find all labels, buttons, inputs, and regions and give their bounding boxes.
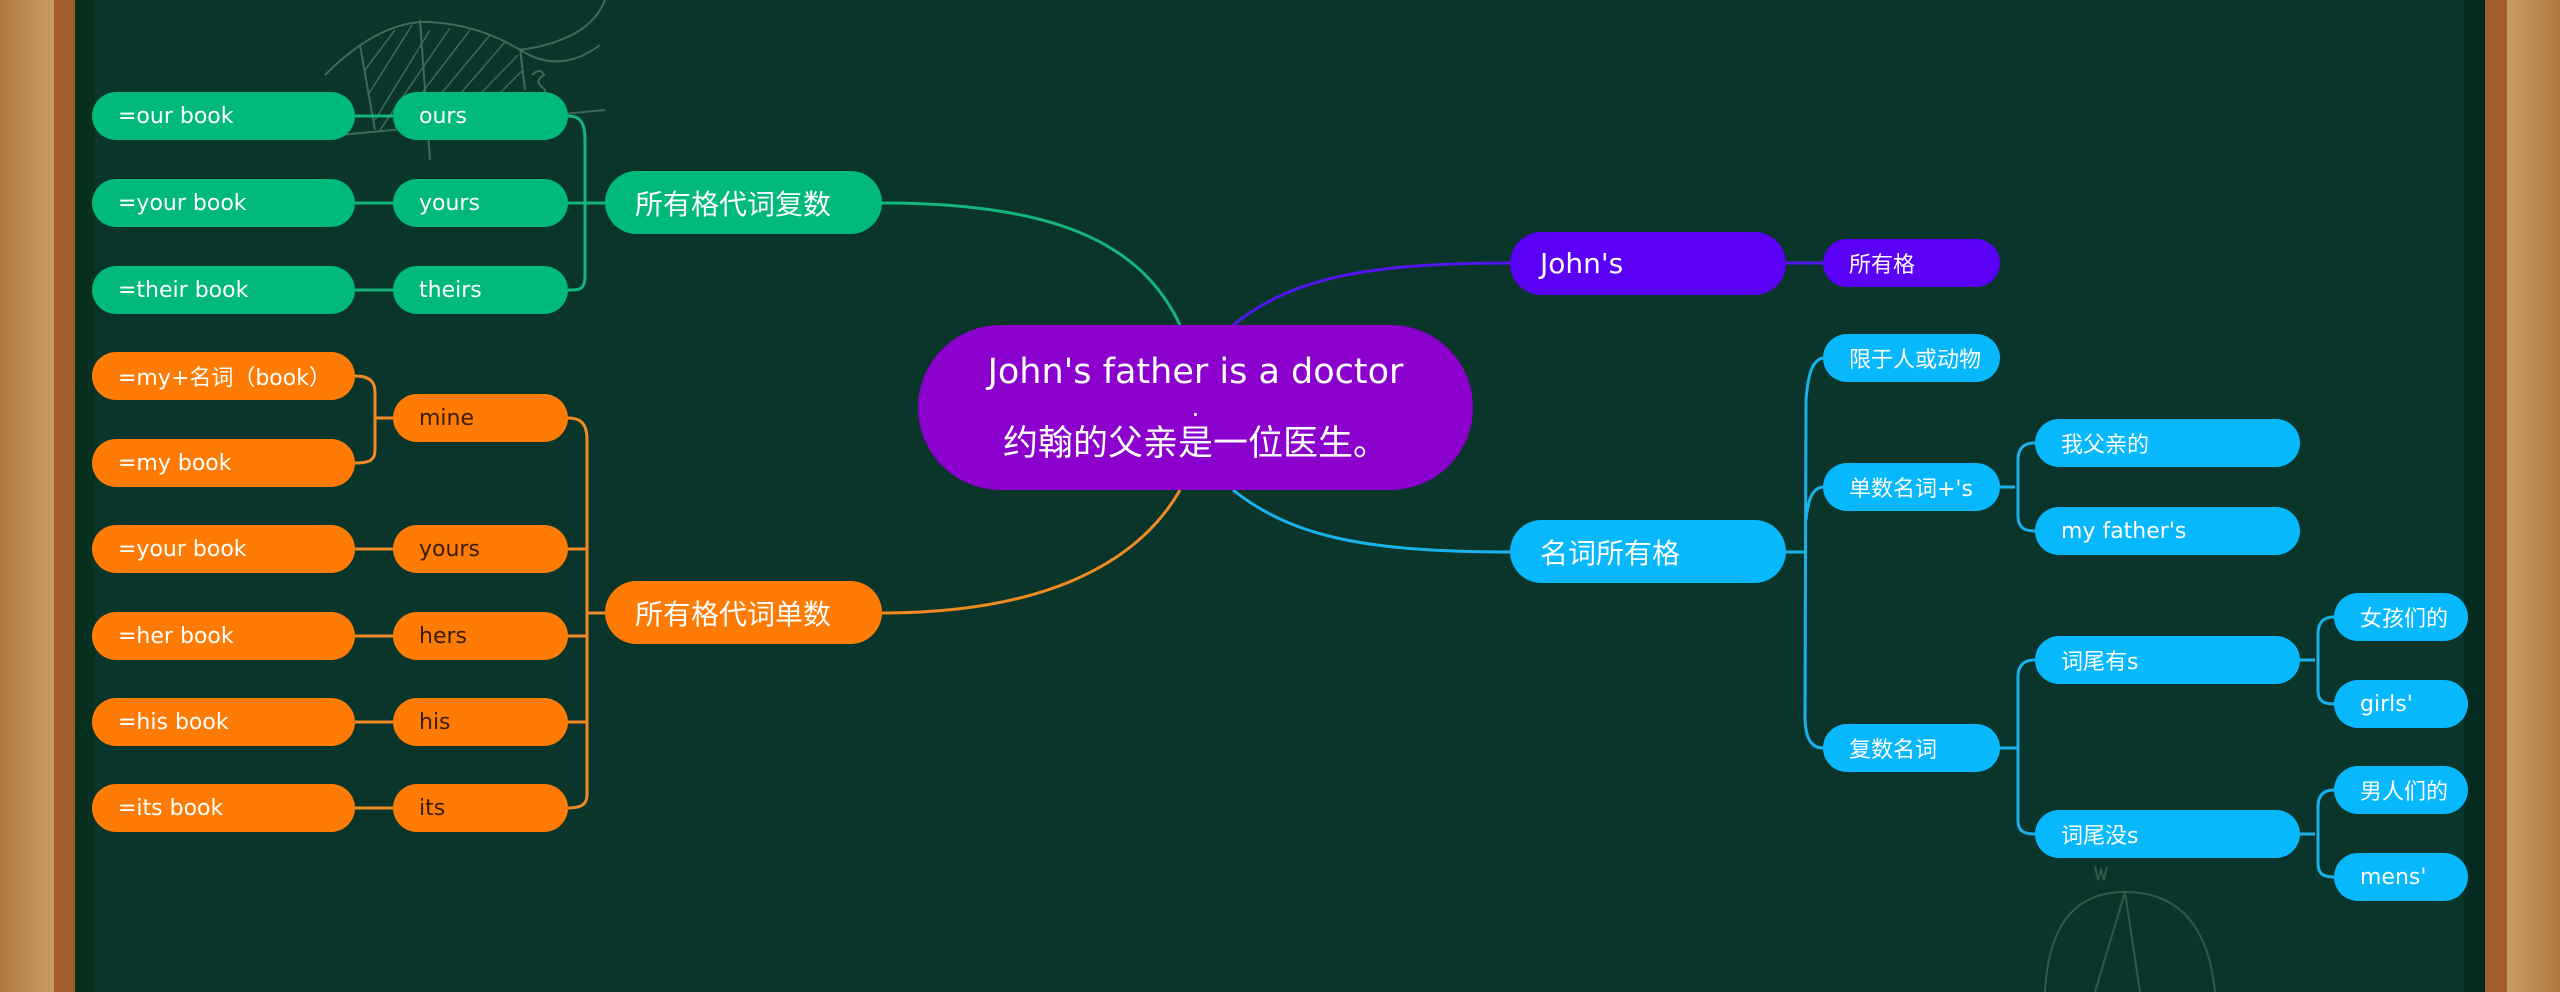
pronoun-ours[interactable]: ours bbox=[393, 92, 568, 140]
pronoun-label: ours bbox=[419, 103, 467, 129]
equals-our-book[interactable]: =our book bbox=[92, 92, 355, 140]
example-my-fathers-en[interactable]: my father's bbox=[2035, 507, 2300, 555]
pronoun-label: his bbox=[419, 709, 451, 735]
equals-my-book[interactable]: =my book bbox=[92, 439, 355, 487]
link-center-plural bbox=[881, 201, 1182, 326]
equals-label: =his book bbox=[118, 709, 229, 735]
equals-label: =my+名词（book） bbox=[118, 366, 331, 391]
pronoun-label: its bbox=[419, 795, 446, 821]
topic-singular-pronouns[interactable]: 所有格代词单数 bbox=[605, 581, 882, 644]
plural-noun[interactable]: 复数名词 bbox=[1823, 724, 2000, 772]
pronoun-his[interactable]: his bbox=[393, 698, 568, 746]
link-center-noun bbox=[1232, 488, 1511, 554]
topic-singular-pronouns-label: 所有格代词单数 bbox=[635, 597, 832, 631]
node-label: 词尾有s bbox=[2061, 650, 2139, 675]
topic-plural-pronouns[interactable]: 所有格代词复数 bbox=[605, 171, 882, 234]
example-men-en[interactable]: mens' bbox=[2334, 853, 2468, 901]
topic-noun-possessive-label: 名词所有格 bbox=[1540, 536, 1681, 570]
node-label: my father's bbox=[2061, 518, 2187, 544]
ends-with-s[interactable]: 词尾有s bbox=[2035, 636, 2300, 684]
pronoun-yours-singular[interactable]: yours bbox=[393, 525, 568, 573]
equals-your-book-singular[interactable]: =your book bbox=[92, 525, 355, 573]
pronoun-theirs[interactable]: theirs bbox=[393, 266, 568, 314]
pronoun-label: hers bbox=[419, 623, 467, 649]
equals-her-book[interactable]: =her book bbox=[92, 612, 355, 660]
link-center-johns bbox=[1232, 261, 1511, 327]
node-label: 限于人或动物 bbox=[1849, 348, 1982, 373]
node-label: 复数名词 bbox=[1849, 738, 1938, 763]
limited-people-animals[interactable]: 限于人或动物 bbox=[1823, 334, 2000, 382]
node-label: mens' bbox=[2360, 864, 2427, 890]
pronoun-label: theirs bbox=[419, 277, 482, 303]
equals-his-book[interactable]: =his book bbox=[92, 698, 355, 746]
possessive-case-node[interactable]: 所有格 bbox=[1823, 239, 2000, 287]
example-men-cn[interactable]: 男人们的 bbox=[2334, 766, 2468, 814]
central-topic-dot: . bbox=[1191, 393, 1200, 422]
node-label: girls' bbox=[2360, 691, 2413, 717]
central-topic[interactable]: John's father is a doctor . 约翰的父亲是一位医生。 bbox=[918, 325, 1473, 490]
equals-my-noun-book[interactable]: =my+名词（book） bbox=[92, 352, 355, 400]
topic-noun-possessive[interactable]: 名词所有格 bbox=[1510, 520, 1786, 583]
equals-label: =her book bbox=[118, 623, 234, 649]
topic-plural-pronouns-label: 所有格代词复数 bbox=[635, 187, 832, 221]
singular-noun-s[interactable]: 单数名词+'s bbox=[1823, 463, 2000, 511]
central-topic-chinese: 约翰的父亲是一位医生。 bbox=[1002, 423, 1388, 464]
pronoun-yours-plural[interactable]: yours bbox=[393, 179, 568, 227]
example-my-fathers-cn[interactable]: 我父亲的 bbox=[2035, 419, 2300, 467]
equals-label: =your book bbox=[118, 536, 247, 562]
equals-your-book-plural[interactable]: =your book bbox=[92, 179, 355, 227]
equals-its-book[interactable]: =its book bbox=[92, 784, 355, 832]
equals-label: =your book bbox=[118, 190, 247, 216]
example-girls-en[interactable]: girls' bbox=[2334, 680, 2468, 728]
pronoun-hers[interactable]: hers bbox=[393, 612, 568, 660]
node-label: 单数名词+'s bbox=[1849, 477, 1973, 502]
example-girls-cn[interactable]: 女孩们的 bbox=[2334, 593, 2468, 641]
pronoun-mine[interactable]: mine bbox=[393, 394, 568, 442]
pronoun-its[interactable]: its bbox=[393, 784, 568, 832]
node-label: 词尾没s bbox=[2061, 824, 2139, 849]
node-label: 我父亲的 bbox=[2061, 433, 2150, 458]
equals-label: =its book bbox=[118, 795, 224, 821]
pronoun-label: mine bbox=[419, 405, 475, 431]
node-label: 男人们的 bbox=[2360, 780, 2449, 805]
equals-label: =our book bbox=[118, 103, 234, 129]
topic-johns-label: John's bbox=[1540, 247, 1624, 280]
topic-johns[interactable]: John's bbox=[1510, 232, 1786, 295]
node-label: 女孩们的 bbox=[2360, 607, 2449, 632]
pronoun-label: yours bbox=[419, 190, 480, 216]
equals-label: =my book bbox=[118, 450, 232, 476]
possessive-case-label: 所有格 bbox=[1849, 253, 1916, 278]
central-topic-english: John's father is a doctor bbox=[987, 351, 1404, 392]
link-center-singular bbox=[881, 489, 1182, 615]
pronoun-label: yours bbox=[419, 536, 480, 562]
equals-label: =their book bbox=[118, 277, 249, 303]
not-ends-with-s[interactable]: 词尾没s bbox=[2035, 810, 2300, 858]
equals-their-book[interactable]: =their book bbox=[92, 266, 355, 314]
